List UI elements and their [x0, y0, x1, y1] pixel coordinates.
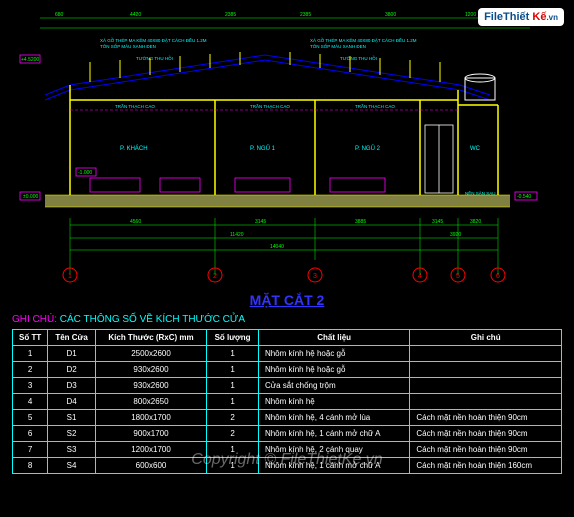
svg-text:TƯỜNG THU HỒI: TƯỜNG THU HỒI	[136, 55, 173, 61]
svg-text:2385: 2385	[225, 12, 236, 18]
svg-text:P. KHÁCH: P. KHÁCH	[120, 145, 148, 152]
svg-text:1: 1	[68, 273, 72, 280]
svg-text:1200: 1200	[465, 12, 476, 18]
svg-text:TRẦN THẠCH CAO: TRẦN THẠCH CAO	[115, 103, 155, 109]
drawing-title: MẶT CẮT 2	[0, 290, 574, 312]
door-schedule-table: Số TT Tên Cửa Kích Thước (RxC) mm Số lượ…	[0, 329, 574, 474]
svg-text:6: 6	[496, 273, 500, 280]
table-row: 4D4800x26501Nhôm kính hệ	[13, 394, 562, 410]
svg-text:4: 4	[418, 273, 422, 280]
svg-text:3145: 3145	[255, 219, 266, 225]
svg-text:P. NGỦ 1: P. NGỦ 1	[250, 145, 276, 152]
svg-text:XÀ GỒ THÉP MA KẼM 40X80 ĐẶT CÁ: XÀ GỒ THÉP MA KẼM 40X80 ĐẶT CÁCH ĐỀU 1.2…	[310, 37, 417, 43]
col-sl: Số lượng	[207, 330, 259, 346]
svg-text:680: 680	[55, 12, 64, 18]
table-row: 3D3930x26001Cửa sắt chống trộm	[13, 378, 562, 394]
svg-text:XÀ GỒ THÉP MA KẼM 40X80 ĐẶT CÁ: XÀ GỒ THÉP MA KẼM 40X80 ĐẶT CÁCH ĐỀU 1.2…	[100, 37, 207, 43]
svg-text:±0.000: ±0.000	[23, 194, 38, 200]
col-gc: Ghi chú	[410, 330, 562, 346]
svg-text:-0.540: -0.540	[517, 194, 531, 200]
svg-text:4420: 4420	[130, 12, 141, 18]
svg-text:2: 2	[213, 273, 217, 280]
col-kt: Kích Thước (RxC) mm	[95, 330, 206, 346]
table-row: 2D2930x26001Nhôm kính hệ hoặc gỗ	[13, 362, 562, 378]
svg-text:3920: 3920	[450, 232, 461, 238]
table-row: 5S11800x17002Nhôm kính hệ, 4 cánh mở lùa…	[13, 410, 562, 426]
col-stt: Số TT	[13, 330, 48, 346]
svg-text:3145: 3145	[432, 219, 443, 225]
svg-text:TÔN SỐP MÀU XANH ĐEN: TÔN SỐP MÀU XANH ĐEN	[100, 43, 156, 49]
svg-text:2385: 2385	[300, 12, 311, 18]
svg-text:+4.5200: +4.5200	[21, 57, 39, 63]
svg-text:-1.000: -1.000	[78, 170, 92, 176]
table-note: GHI CHÚ: CÁC THÔNG SỐ VỀ KÍCH THƯỚC CỬA	[0, 312, 574, 329]
svg-text:11420: 11420	[230, 232, 244, 238]
svg-text:3800: 3800	[385, 12, 396, 18]
svg-text:4560: 4560	[130, 219, 141, 225]
svg-text:3: 3	[313, 273, 317, 280]
watermark-logo: FileThiết Kế.vn	[478, 8, 564, 26]
table-row: 1D12500x26001Nhôm kính hệ hoặc gỗ	[13, 346, 562, 362]
table-row: 8S4600x6001Nhôm kính hệ, 1 cánh mở chữ A…	[13, 458, 562, 474]
svg-text:3820: 3820	[470, 219, 481, 225]
svg-text:3885: 3885	[355, 219, 366, 225]
col-ten: Tên Cửa	[48, 330, 96, 346]
svg-text:TƯỜNG THU HỒI: TƯỜNG THU HỒI	[340, 55, 377, 61]
svg-text:14040: 14040	[270, 244, 284, 250]
svg-text:WC: WC	[470, 146, 481, 152]
svg-text:TÔN SỐP MÀU XANH ĐEN: TÔN SỐP MÀU XANH ĐEN	[310, 43, 366, 49]
svg-text:5: 5	[456, 273, 460, 280]
svg-text:TRẦN THẠCH CAO: TRẦN THẠCH CAO	[250, 103, 290, 109]
table-row: 7S31200x17001Nhôm kính hệ, 2 cánh quayCá…	[13, 442, 562, 458]
col-cl: Chất liệu	[258, 330, 409, 346]
table-row: 6S2900x17002Nhôm kính hệ, 1 cánh mở chữ …	[13, 426, 562, 442]
svg-text:P. NGỦ 2: P. NGỦ 2	[355, 145, 381, 152]
cad-drawing: 680 4420 2385 2385 3800 1200 XÀ GỒ THÉP …	[0, 0, 574, 290]
svg-text:TRẦN THẠCH CAO: TRẦN THẠCH CAO	[355, 103, 395, 109]
